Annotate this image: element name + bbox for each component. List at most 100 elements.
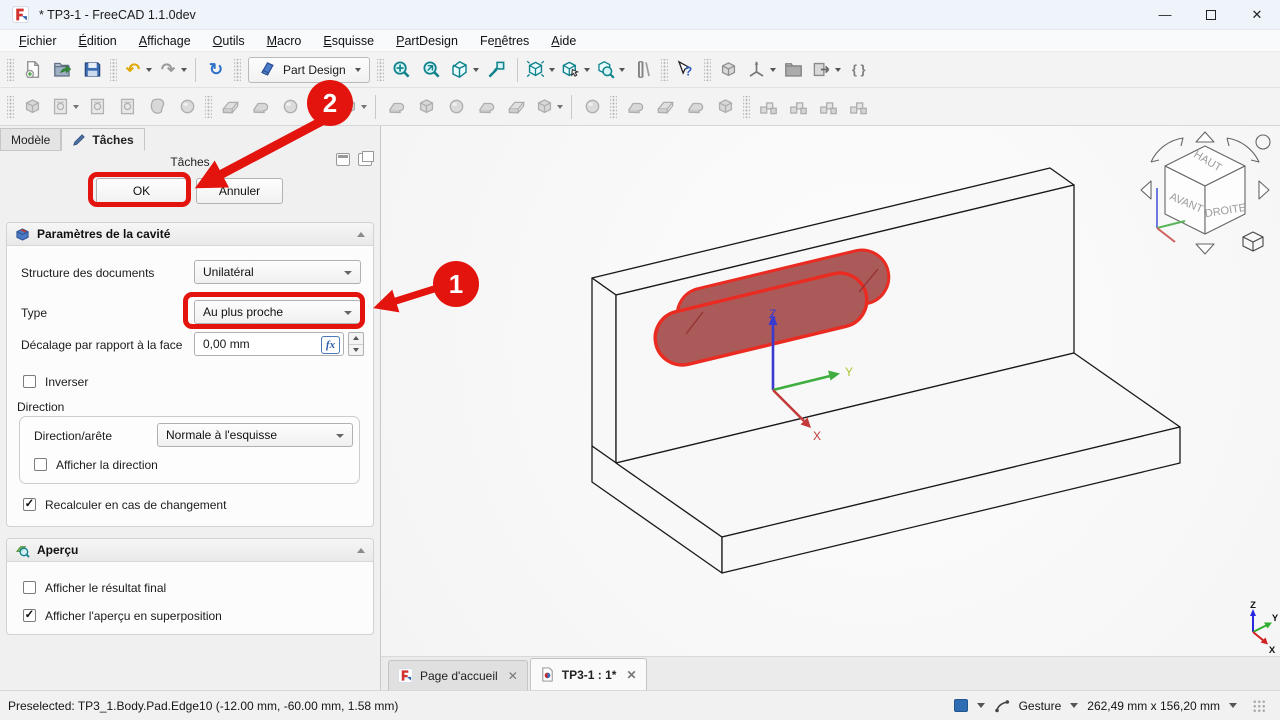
- spin-up-icon[interactable]: [349, 333, 363, 345]
- menu-affichage[interactable]: Affichage: [128, 32, 202, 50]
- create-sketch-button: [48, 93, 81, 121]
- show-final-checkbox[interactable]: [23, 581, 36, 594]
- navcube-left-arrow[interactable]: [1141, 181, 1151, 199]
- show-direction-checkbox[interactable]: [34, 458, 47, 471]
- pocket-section-header[interactable]: Paramètres de la cavité: [7, 223, 373, 246]
- menu-fichier[interactable]: Fichier: [8, 32, 68, 50]
- collapse-arrow-icon[interactable]: [357, 548, 365, 553]
- minimize-button[interactable]: —: [1142, 0, 1188, 29]
- coordinate-system-button[interactable]: [745, 56, 778, 84]
- dropdown-arrow-icon[interactable]: [549, 68, 555, 72]
- preview-section-header[interactable]: Aperçu: [7, 539, 373, 562]
- nav-style-label[interactable]: Gesture: [1019, 699, 1062, 713]
- toolbar-handle[interactable]: [7, 59, 14, 81]
- workbench-selector[interactable]: Part Design: [248, 57, 370, 83]
- whats-this-button[interactable]: ?: [672, 56, 700, 84]
- zoom-tools-button[interactable]: [594, 56, 627, 84]
- dropdown-arrow-icon[interactable]: [835, 68, 841, 72]
- highlight-color-swatch[interactable]: [954, 699, 968, 712]
- resize-grip[interactable]: [1252, 699, 1266, 713]
- close-button[interactable]: ✕: [1234, 0, 1280, 29]
- menu-fentres[interactable]: Fenêtres: [469, 32, 540, 50]
- dropdown-arrow-icon[interactable]: [146, 68, 152, 72]
- type-dropdown[interactable]: Au plus proche: [194, 300, 361, 324]
- chevron-down-icon[interactable]: [1070, 703, 1078, 708]
- view-cube-button[interactable]: [559, 56, 592, 84]
- dock-button[interactable]: [336, 153, 350, 166]
- cancel-button[interactable]: Annuler: [196, 178, 283, 204]
- spin-down-icon[interactable]: [349, 345, 363, 356]
- menu-outils[interactable]: Outils: [202, 32, 256, 50]
- invert-checkbox[interactable]: [23, 375, 36, 388]
- model-wireframe[interactable]: [592, 168, 1180, 573]
- tab-tp3-1[interactable]: TP3-1 : 1* ✕: [530, 658, 647, 690]
- tab-modele[interactable]: Modèle: [0, 128, 61, 151]
- dropdown-arrow-icon[interactable]: [584, 68, 590, 72]
- share-view-button[interactable]: [810, 56, 843, 84]
- new-document-button[interactable]: [18, 56, 46, 84]
- fit-all-button[interactable]: [388, 56, 416, 84]
- preview-icon: [15, 543, 30, 558]
- toolbar-handle[interactable]: [7, 96, 14, 118]
- dropdown-arrow-icon[interactable]: [619, 68, 625, 72]
- tab-page-accueil[interactable]: Page d'accueil ✕: [388, 660, 528, 690]
- side-dropdown[interactable]: Unilatéral: [194, 260, 361, 284]
- dropdown-arrow-icon[interactable]: [473, 68, 479, 72]
- axonometric-view-button[interactable]: [524, 56, 557, 84]
- draw-style-button[interactable]: [448, 56, 481, 84]
- open-document-button[interactable]: [48, 56, 76, 84]
- menu-aide[interactable]: Aide: [540, 32, 587, 50]
- group-button[interactable]: [780, 56, 808, 84]
- sync-view-button[interactable]: [483, 56, 511, 84]
- redo-button[interactable]: ↷: [156, 56, 189, 84]
- expression-editor-button[interactable]: { }: [845, 56, 873, 84]
- measure-button[interactable]: [629, 56, 657, 84]
- direction-groupbox: Direction/arête Normale à l'esquisse Aff…: [19, 416, 360, 484]
- close-icon[interactable]: ✕: [508, 669, 518, 683]
- toolbar-handle[interactable]: [661, 59, 668, 81]
- menu-partdesign[interactable]: PartDesign: [385, 32, 469, 50]
- chevron-down-icon[interactable]: [977, 703, 985, 708]
- toolbar-handle[interactable]: [704, 59, 711, 81]
- tab-taches[interactable]: Tâches: [61, 128, 144, 151]
- chevron-down-icon[interactable]: [1229, 703, 1237, 708]
- offset-spinner[interactable]: [348, 332, 364, 356]
- navcube-rotate-circle[interactable]: [1256, 135, 1270, 149]
- refresh-document-button[interactable]: ↻: [202, 56, 230, 84]
- fit-selection-button[interactable]: [418, 56, 446, 84]
- menu-esquisse[interactable]: Esquisse: [312, 32, 385, 50]
- float-button[interactable]: [358, 153, 372, 166]
- toolbar-handle[interactable]: [205, 96, 212, 118]
- mirrored-button: [754, 93, 782, 121]
- collapse-arrow-icon[interactable]: [357, 232, 365, 237]
- fillet-button: [621, 93, 649, 121]
- update-view-checkbox[interactable]: [23, 498, 36, 511]
- offset-input[interactable]: 0,00 mm fx: [194, 332, 344, 356]
- dropdown-arrow-icon[interactable]: [770, 68, 776, 72]
- direction-edge-dropdown[interactable]: Normale à l'esquisse: [157, 423, 353, 447]
- navcube-iso-mini-cube[interactable]: [1243, 232, 1263, 251]
- toolbar-handle[interactable]: [610, 96, 617, 118]
- navcube-right-arrow[interactable]: [1259, 181, 1269, 199]
- close-icon[interactable]: ✕: [626, 668, 636, 682]
- save-document-button[interactable]: [78, 56, 106, 84]
- hole-button: [412, 93, 440, 121]
- toolbar-handle[interactable]: [234, 59, 241, 81]
- navcube-down-arrow[interactable]: [1196, 244, 1214, 254]
- ok-button[interactable]: OK: [96, 178, 187, 204]
- 3d-viewport[interactable]: Z Y X HAUT AVANT DROITE: [381, 126, 1280, 656]
- toolbar-handle[interactable]: [377, 59, 384, 81]
- undo-button[interactable]: ↶: [121, 56, 154, 84]
- navigation-cube[interactable]: HAUT AVANT DROITE: [1141, 132, 1270, 254]
- maximize-button[interactable]: [1188, 0, 1234, 29]
- expression-fx-button[interactable]: fx: [321, 336, 340, 354]
- dropdown-arrow-icon[interactable]: [181, 68, 187, 72]
- menu-macro[interactable]: Macro: [256, 32, 313, 50]
- toolbar-handle[interactable]: [110, 59, 117, 81]
- menu-dition[interactable]: Édition: [68, 32, 128, 50]
- navcube-up-arrow[interactable]: [1196, 132, 1214, 142]
- toolbar-handle[interactable]: [743, 96, 750, 118]
- show-overlay-checkbox[interactable]: [23, 609, 36, 622]
- part-shape-button[interactable]: [715, 56, 743, 84]
- show-final-label: Afficher le résultat final: [45, 581, 166, 595]
